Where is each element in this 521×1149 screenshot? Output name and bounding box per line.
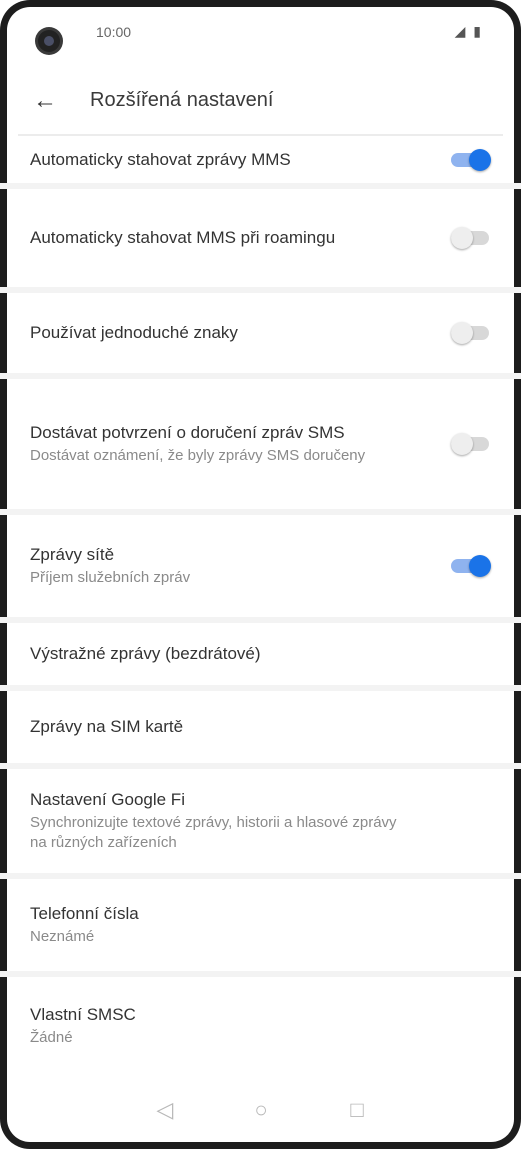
status-bar: 10:00 ◢ ▮ xyxy=(0,0,521,70)
setting-title: Telefonní čísla xyxy=(30,904,139,923)
setting-subtitle: Žádné xyxy=(30,1029,73,1046)
setting-auto-download-mms-roaming[interactable]: Automaticky stahovat MMS při roamingu xyxy=(0,189,521,293)
setting-simple-characters[interactable]: Používat jednoduché znaky xyxy=(0,293,521,379)
toggle-knob xyxy=(451,227,473,249)
setting-subtitle: Neznámé xyxy=(30,928,95,945)
setting-sms-delivery-reports[interactable]: Dostávat potvrzení o doručení zpráv SMS … xyxy=(0,379,521,515)
setting-title: Zprávy na SIM kartě xyxy=(30,717,184,736)
toggle-switch[interactable] xyxy=(451,322,491,344)
setting-title: Zprávy sítě xyxy=(30,545,115,564)
app-bar: ← Rozšířená nastavení xyxy=(0,72,521,132)
toggle-switch[interactable] xyxy=(451,555,491,577)
setting-title: Vlastní SMSC xyxy=(30,1005,136,1024)
toggle-knob xyxy=(451,433,473,455)
nav-back-icon[interactable]: ◁ xyxy=(150,1095,180,1125)
setting-phone-numbers[interactable]: Telefonní čísla Neznámé xyxy=(0,879,521,977)
setting-subtitle: Dostávat oznámení, že byly zprávy SMS do… xyxy=(30,447,366,464)
toggle-knob xyxy=(451,322,473,344)
setting-sim-messages[interactable]: Zprávy na SIM kartě xyxy=(0,691,521,769)
arrow-left-icon[interactable]: ← xyxy=(30,86,60,116)
setting-title: Výstražné zprávy (bezdrátové) xyxy=(30,644,261,663)
signal-battery-icon: ◢ ▮ xyxy=(454,23,483,39)
divider xyxy=(18,134,503,136)
toggle-knob xyxy=(469,149,491,171)
nav-home-icon[interactable]: ○ xyxy=(246,1095,276,1125)
front-camera xyxy=(38,30,60,52)
nav-recents-icon[interactable]: □ xyxy=(342,1095,372,1125)
phone-screen: 10:00 ◢ ▮ ← Rozšířená nastavení Automati… xyxy=(0,0,521,1149)
navigation-bar: ◁ ○ □ xyxy=(0,1079,521,1149)
toggle-knob xyxy=(469,555,491,577)
setting-network-messages[interactable]: Zprávy sítě Příjem služebních zpráv xyxy=(0,515,521,623)
setting-google-fi[interactable]: Nastavení Google Fi Synchronizujte texto… xyxy=(0,769,521,879)
toggle-switch[interactable] xyxy=(451,149,491,171)
setting-subtitle: Příjem služebních zpráv xyxy=(30,569,191,586)
setting-title: Automaticky stahovat MMS při roamingu xyxy=(30,228,336,247)
toggle-switch[interactable] xyxy=(451,227,491,249)
setting-title: Nastavení Google Fi xyxy=(30,790,185,809)
setting-title: Dostávat potvrzení o doručení zpráv SMS xyxy=(30,423,345,442)
setting-title: Automaticky stahovat zprávy MMS xyxy=(30,150,291,169)
setting-auto-download-mms[interactable]: Automaticky stahovat zprávy MMS xyxy=(0,137,521,189)
setting-custom-smsc[interactable]: Vlastní SMSC Žádné xyxy=(0,977,521,1075)
status-time: 10:00 xyxy=(96,24,132,40)
toggle-switch[interactable] xyxy=(451,433,491,455)
setting-subtitle: Synchronizujte textové zprávy, historii … xyxy=(30,814,397,851)
setting-title: Používat jednoduché znaky xyxy=(30,323,238,342)
setting-emergency-alerts[interactable]: Výstražné zprávy (bezdrátové) xyxy=(0,623,521,691)
page-title: Rozšířená nastavení xyxy=(90,89,274,111)
settings-list: Automaticky stahovat zprávy MMS Automati… xyxy=(0,137,521,1075)
